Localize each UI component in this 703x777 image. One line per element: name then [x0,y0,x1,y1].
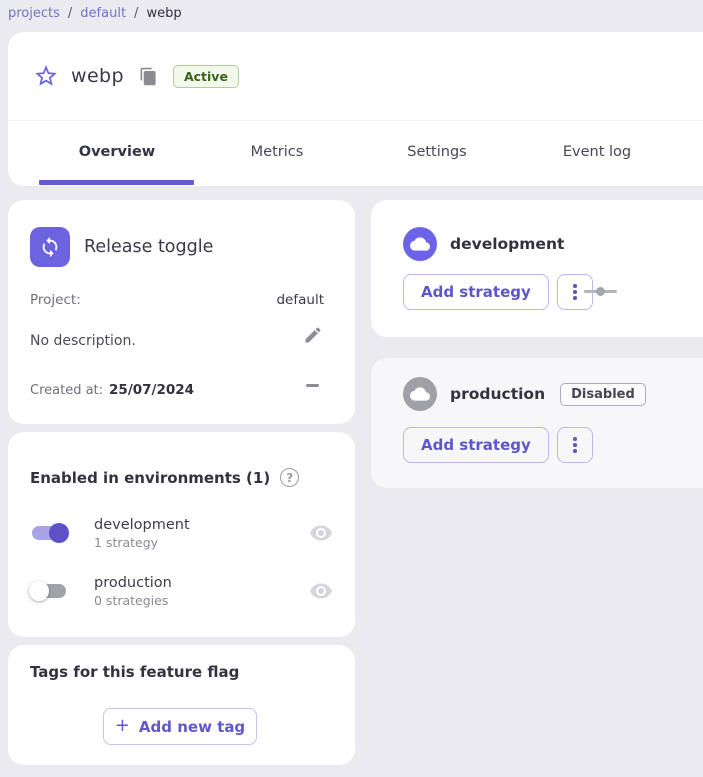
env-strategy-count-production: 0 strategies [94,593,309,608]
tab-bar: Overview Metrics Settings Event log [8,121,703,185]
breadcrumb: projects / default / webp [8,0,182,26]
environment-panel-production: production Disabled Add strategy [371,358,703,488]
breadcrumb-separator: / [134,6,138,21]
add-strategy-button-production[interactable]: Add strategy [403,427,549,463]
created-at-value: 25/07/2024 [109,382,194,398]
cloud-icon-development [403,227,437,261]
toggle-development[interactable] [32,526,66,540]
project-label: Project: [30,292,81,308]
flag-type-label: Release toggle [84,237,213,257]
env-strategy-count-development: 1 strategy [94,535,309,550]
page-title: webp [71,65,124,87]
flag-description: No description. [30,333,136,349]
created-at-label: Created at: [30,383,103,398]
tab-overview[interactable]: Overview [37,121,197,185]
help-icon[interactable]: ? [280,468,299,487]
created-at-row: Created at: 25/07/2024 [30,382,194,398]
feature-title-row: webp Active [8,32,703,121]
cloud-icon-production [403,377,437,411]
release-toggle-sync-icon [30,227,70,267]
environment-panel-development: development Add strategy [371,200,703,337]
breadcrumb-link-default[interactable]: default [80,6,126,21]
flag-details-card: Release toggle Project: default No descr… [8,200,355,424]
tab-event-log[interactable]: Event log [517,121,677,185]
enabled-environments-card: Enabled in environments (1) ? developmen… [8,432,355,637]
edit-description-pencil-icon[interactable] [303,325,323,345]
collapse-dash-icon [306,384,319,387]
tags-title: Tags for this feature flag [30,663,239,681]
favorite-star-icon[interactable] [33,63,59,89]
feature-flag-page: projects / default / webp webp Active Ov… [0,0,703,777]
tags-card: Tags for this feature flag + Add new tag [8,645,355,765]
breadcrumb-link-projects[interactable]: projects [8,6,60,21]
add-strategy-button-development[interactable]: Add strategy [403,274,549,310]
add-new-tag-button[interactable]: + Add new tag [103,708,257,745]
enabled-environments-title: Enabled in environments (1) [30,469,270,487]
project-value: default [276,292,324,308]
project-row: Project: default [30,292,324,308]
env-panel-name-production: production [450,385,545,403]
strategy-connector-icon [584,290,617,293]
copy-name-icon[interactable] [139,67,158,86]
breadcrumb-current: webp [146,6,181,21]
plus-icon: + [115,715,130,736]
feature-header-card: webp Active Overview Metrics Settings Ev… [8,32,703,186]
tab-settings[interactable]: Settings [357,121,517,185]
env-panel-name-development: development [450,235,564,253]
env-toggle-row-development: development 1 strategy [28,512,333,554]
more-actions-kebab-production[interactable] [557,427,593,463]
disabled-badge: Disabled [560,383,646,406]
eye-icon-production[interactable] [309,579,333,603]
add-new-tag-label: Add new tag [139,718,245,736]
eye-icon-development[interactable] [309,521,333,545]
env-name-production: production [94,575,309,591]
env-name-development: development [94,517,309,533]
tab-metrics[interactable]: Metrics [197,121,357,185]
toggle-production[interactable] [32,584,66,598]
breadcrumb-separator: / [68,6,72,21]
env-toggle-row-production: production 0 strategies [28,570,333,612]
status-badge: Active [173,65,239,88]
